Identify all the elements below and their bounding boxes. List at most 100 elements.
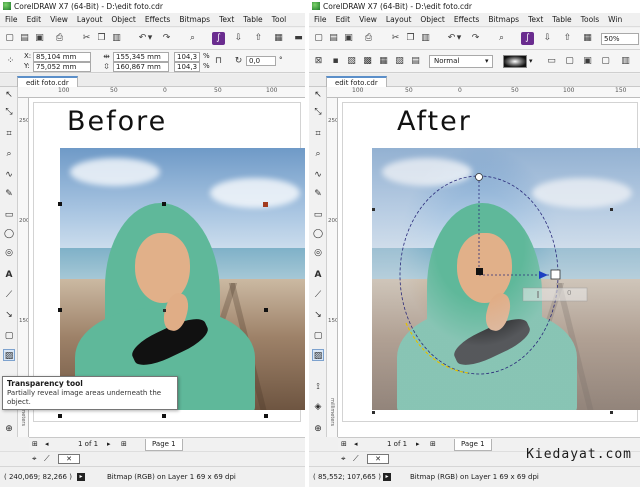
freehand-tool-icon[interactable]: ∿ <box>312 169 324 181</box>
bitmap-pattern-transparency-icon[interactable]: ▦ <box>377 55 390 68</box>
print-icon[interactable]: ⎙ <box>53 32 66 45</box>
selection-handle[interactable] <box>58 414 62 418</box>
photo-bitmap[interactable] <box>60 148 305 410</box>
menu-item-file[interactable]: File <box>0 13 22 26</box>
redo-icon[interactable]: ↷ <box>160 32 173 45</box>
pick-tool-icon[interactable]: ↖ <box>312 89 324 101</box>
print-icon[interactable]: ⎙ <box>362 32 375 45</box>
freehand-tool-icon[interactable]: ∿ <box>3 169 15 181</box>
document-tab[interactable]: edit foto.cdr <box>326 76 387 87</box>
menu-item-table[interactable]: Table <box>547 13 575 26</box>
open-icon[interactable]: ▤ <box>327 32 340 45</box>
selection-handle[interactable] <box>58 308 62 312</box>
menu-item-object[interactable]: Object <box>415 13 448 26</box>
connector-tool-icon[interactable]: ↘ <box>312 309 324 321</box>
zoom-tool-icon[interactable]: ⌕ <box>312 148 324 160</box>
text-tool-icon[interactable]: A <box>3 269 15 281</box>
menu-item-object[interactable]: Object <box>106 13 139 26</box>
zoom-tool-icon[interactable]: ⌕ <box>3 148 15 160</box>
selection-handle[interactable] <box>264 414 268 418</box>
menu-item-edit[interactable]: Edit <box>331 13 355 26</box>
artistic-media-icon[interactable]: ✎ <box>3 188 15 200</box>
menu-item-bitmaps[interactable]: Bitmaps <box>483 13 523 26</box>
connector-tool-icon[interactable]: ↘ <box>3 309 15 321</box>
parallel-dimension-icon[interactable]: ⟋ <box>312 289 324 301</box>
scale-x-field[interactable]: 104,3 <box>174 52 200 62</box>
import-icon[interactable]: ⇩ <box>232 32 245 45</box>
document-tab[interactable]: edit foto.cdr <box>17 76 78 87</box>
vertical-ruler[interactable]: 250 200 150 millimeters <box>327 98 338 437</box>
last-page-icon[interactable]: ⊞ <box>430 438 436 450</box>
eyedropper-small-icon[interactable]: ⟋ <box>353 454 359 464</box>
zoom-level-field[interactable]: 50% <box>601 33 639 45</box>
menu-item-effects[interactable]: Effects <box>449 13 484 26</box>
linear-fountain-icon[interactable]: ▭ <box>545 55 558 68</box>
status-arrow-icon[interactable]: ▸ <box>383 473 391 481</box>
menu-item-table[interactable]: Table <box>238 13 266 26</box>
search-icon[interactable]: ⌕ <box>186 32 199 45</box>
horizontal-ruler[interactable]: 100 50 0 50 100 150 <box>327 87 640 98</box>
polygon-tool-icon[interactable]: ◎ <box>3 247 15 259</box>
menu-item-text[interactable]: Text <box>214 13 238 26</box>
cut-icon[interactable]: ✂ <box>80 32 93 45</box>
save-icon[interactable]: ▣ <box>33 32 46 45</box>
transparency-tool-icon[interactable]: ▨ <box>312 349 324 361</box>
no-transparency-icon[interactable]: ⊠ <box>312 55 325 68</box>
drop-shadow-icon[interactable]: ▢ <box>3 330 15 342</box>
paste-icon[interactable]: ▥ <box>419 32 432 45</box>
add-page-icon[interactable]: ⊕ <box>312 423 324 435</box>
y-position-field[interactable]: 75,052 mm <box>33 62 91 72</box>
menu-item-win[interactable]: Win <box>603 13 626 26</box>
rectangle-tool-icon[interactable]: ▭ <box>3 209 15 221</box>
width-field[interactable]: 155,345 mm <box>113 52 169 62</box>
transparency-slider-value[interactable]: 0 <box>567 289 571 297</box>
rotation-angle-field[interactable]: 0,0 <box>246 56 276 66</box>
publish-icon[interactable]: ▦ <box>272 32 285 45</box>
next-page-icon[interactable]: ▸ <box>107 438 111 450</box>
menu-item-file[interactable]: File <box>309 13 331 26</box>
menu-item-bitmaps[interactable]: Bitmaps <box>174 13 214 26</box>
eyedropper-icon[interactable]: ⟟ <box>312 381 324 393</box>
undo-dropdown-icon[interactable]: ▾ <box>455 32 463 45</box>
rectangular-fountain-icon[interactable]: ▢ <box>599 55 612 68</box>
selection-handle[interactable] <box>264 308 268 312</box>
drop-shadow-icon[interactable]: ▢ <box>312 330 324 342</box>
menu-item-layout[interactable]: Layout <box>381 13 416 26</box>
import-icon[interactable]: ⇩ <box>541 32 554 45</box>
save-icon[interactable]: ▣ <box>342 32 355 45</box>
page-tab[interactable]: Page 1 <box>454 439 492 451</box>
page-tab[interactable]: Page 1 <box>145 439 183 451</box>
lock-ratio-icon[interactable]: ⊓ <box>212 55 225 68</box>
prev-page-icon[interactable]: ◂ <box>45 438 49 450</box>
redo-icon[interactable]: ↷ <box>469 32 482 45</box>
locate-icon[interactable]: ⌖ <box>32 454 37 464</box>
merge-mode-select[interactable]: Normal <box>429 55 493 68</box>
chevron-down-icon[interactable]: ▾ <box>485 57 489 65</box>
options-icon[interactable]: ▬ <box>292 32 305 45</box>
height-field[interactable]: 160,867 mm <box>113 62 169 72</box>
eyedropper-small-icon[interactable]: ⟋ <box>44 454 50 464</box>
no-fill-swatch[interactable]: ✕ <box>58 454 80 464</box>
two-color-pattern-transparency-icon[interactable]: ▨ <box>393 55 406 68</box>
shape-tool-icon[interactable]: ⤡ <box>3 106 15 118</box>
horizontal-ruler[interactable]: 100 50 0 50 100 <box>18 87 305 98</box>
rectangle-tool-icon[interactable]: ▭ <box>312 209 324 221</box>
interactive-fill-icon[interactable]: ◈ <box>312 401 324 413</box>
status-arrow-icon[interactable]: ▸ <box>77 473 85 481</box>
last-page-icon[interactable]: ⊞ <box>121 438 127 450</box>
ellipse-tool-icon[interactable]: ◯ <box>312 228 324 240</box>
crop-tool-icon[interactable]: ⌗ <box>3 128 15 140</box>
menu-item-text[interactable]: Text <box>523 13 547 26</box>
fountain-transparency-icon[interactable]: ▧ <box>345 55 358 68</box>
menu-item-view[interactable]: View <box>354 13 381 26</box>
shape-tool-icon[interactable]: ⤡ <box>312 106 324 118</box>
corel-connect-icon[interactable]: ∫ <box>521 32 534 45</box>
edit-transparency-icon[interactable]: ▥ <box>619 55 632 68</box>
publish-icon[interactable]: ▦ <box>581 32 594 45</box>
scale-y-field[interactable]: 104,3 <box>174 62 200 72</box>
menu-item-layout[interactable]: Layout <box>72 13 107 26</box>
ellipse-tool-icon[interactable]: ◯ <box>3 228 15 240</box>
copy-icon[interactable]: ❐ <box>404 32 417 45</box>
text-tool-icon[interactable]: A <box>312 269 324 281</box>
selection-handle[interactable] <box>263 202 268 207</box>
